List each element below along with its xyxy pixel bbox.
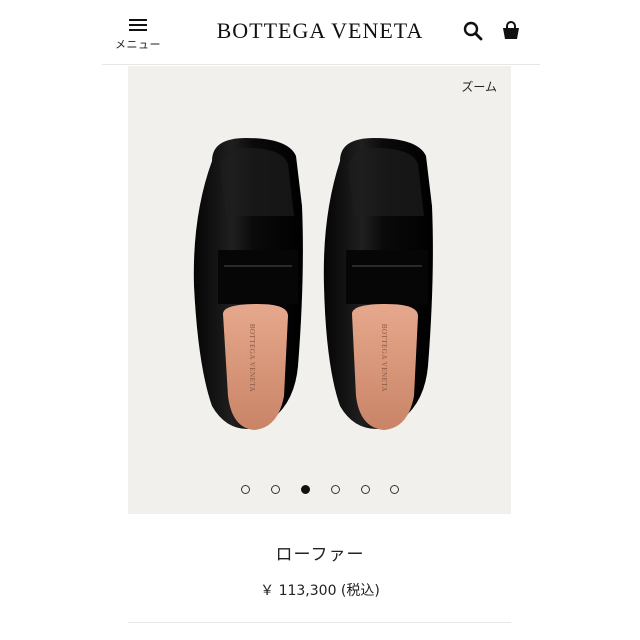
search-button[interactable] [462, 20, 484, 42]
product-page: メニュー BOTTEGA VENETA BOTTEGA VENETA BOTTE… [0, 0, 640, 640]
header-divider [102, 64, 540, 65]
search-icon [463, 21, 483, 41]
menu-button[interactable]: メニュー [108, 12, 168, 54]
right-shoe: BOTTEGA VENETA [323, 138, 433, 430]
brand-logo[interactable]: BOTTEGA VENETA [200, 18, 440, 44]
product-image: BOTTEGA VENETA BOTTEGA VENETA [193, 138, 433, 430]
product-image-gallery[interactable]: BOTTEGA VENETA BOTTEGA VENETA ズーム [128, 66, 511, 514]
carousel-dot-6[interactable] [390, 485, 399, 494]
shopping-bag-icon [503, 21, 519, 39]
right-insole-brand: BOTTEGA VENETA [380, 324, 388, 392]
carousel-dot-5[interactable] [361, 485, 370, 494]
site-header: メニュー BOTTEGA VENETA [0, 0, 640, 64]
product-name: ローファー [275, 545, 365, 565]
cart-button[interactable] [500, 20, 522, 42]
carousel-indicators [128, 484, 511, 496]
product-price: ￥ 113,300 (税込) [260, 583, 380, 599]
left-shoe: BOTTEGA VENETA [193, 138, 303, 430]
left-insole-brand: BOTTEGA VENETA [248, 324, 256, 392]
zoom-button[interactable]: ズーム [461, 78, 497, 95]
carousel-dot-1[interactable] [241, 485, 250, 494]
carousel-dot-4[interactable] [331, 485, 340, 494]
hamburger-icon [129, 19, 147, 33]
menu-label: メニュー [115, 38, 161, 51]
carousel-dot-2[interactable] [271, 485, 280, 494]
carousel-dot-3[interactable] [301, 485, 310, 494]
content-divider [128, 622, 511, 623]
